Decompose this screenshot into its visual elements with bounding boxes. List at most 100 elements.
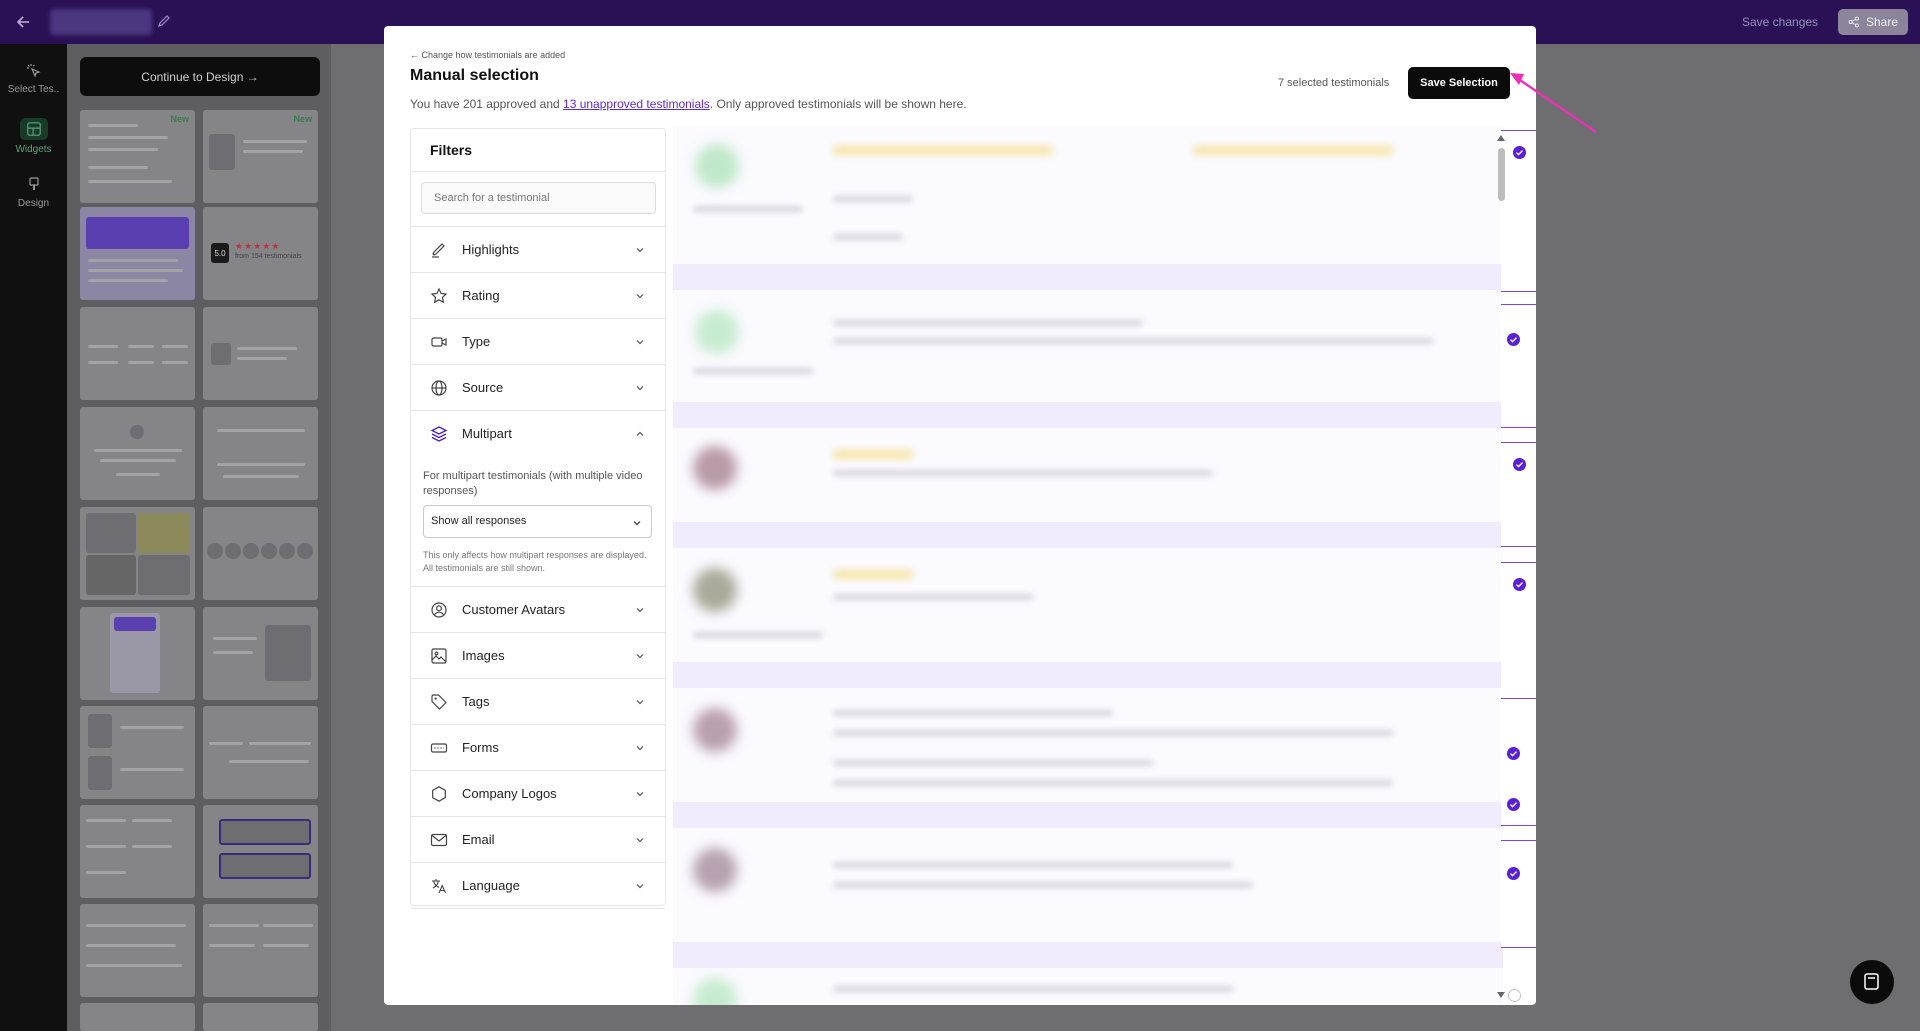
rating-value: 5.0 <box>211 243 229 263</box>
widget-thumbnail[interactable] <box>80 904 195 997</box>
filters-title: Filters <box>411 129 665 172</box>
filter-source[interactable]: Source <box>411 365 665 411</box>
filter-company-logos[interactable]: Company Logos <box>411 771 665 817</box>
scroll-up-arrow-icon[interactable] <box>1496 133 1506 143</box>
filter-language[interactable]: Language <box>411 863 665 909</box>
testimonial-card[interactable] <box>673 828 1503 968</box>
filter-label: Company Logos <box>462 786 557 801</box>
scrollbar-thumb[interactable] <box>1498 148 1505 201</box>
widget-thumbnail[interactable] <box>203 507 318 600</box>
star-icon <box>430 287 448 304</box>
testimonial-search-input[interactable] <box>421 182 656 214</box>
selection-frame <box>1501 840 1536 948</box>
widget-thumbnail[interactable] <box>80 307 195 400</box>
change-method-link[interactable]: ← Change how testimonials are added <box>410 50 565 60</box>
unapproved-testimonials-link[interactable]: 13 unapproved testimonials <box>563 97 710 111</box>
layers-icon <box>430 426 448 442</box>
image-icon <box>431 648 447 664</box>
selection-frame <box>1501 442 1536 547</box>
filter-forms[interactable]: Forms <box>411 725 665 771</box>
widget-thumbnail-selected[interactable] <box>80 207 195 300</box>
testimonial-checkbox-unchecked[interactable] <box>1508 989 1521 1002</box>
filter-multipart[interactable]: Multipart <box>411 411 665 457</box>
testimonial-checkbox[interactable] <box>1507 798 1520 811</box>
user-circle-icon <box>431 602 447 618</box>
selection-frame <box>1501 130 1536 292</box>
chevron-down-icon <box>636 608 644 613</box>
chat-icon <box>1864 973 1879 990</box>
widget-thumbnail[interactable] <box>203 1003 318 1031</box>
scroll-down-arrow-icon[interactable] <box>1496 990 1506 1000</box>
video-camera-icon <box>431 337 447 347</box>
testimonial-card[interactable] <box>673 126 1503 290</box>
chevron-down-icon <box>636 248 644 253</box>
chevron-down-icon <box>636 838 644 843</box>
testimonial-checkbox[interactable] <box>1507 333 1520 346</box>
filter-type[interactable]: Type <box>411 319 665 365</box>
widget-thumbnail[interactable]: New <box>80 110 195 203</box>
nav-item-select-testimonials[interactable]: Select Tes.. <box>0 62 67 95</box>
translate-icon <box>432 879 447 894</box>
filter-images[interactable]: Images <box>411 633 665 679</box>
widget-name-field[interactable] <box>50 9 152 35</box>
widget-thumbnail[interactable] <box>203 407 318 500</box>
widget-thumbnail[interactable] <box>80 706 195 799</box>
filter-customer-avatars[interactable]: Customer Avatars <box>411 587 665 633</box>
widget-thumbnail[interactable] <box>203 904 318 997</box>
testimonial-checkbox[interactable] <box>1513 146 1526 159</box>
testimonial-checkbox[interactable] <box>1513 578 1526 591</box>
testimonial-card[interactable] <box>673 968 1503 1005</box>
testimonial-checkbox[interactable] <box>1507 747 1520 760</box>
filter-email[interactable]: Email <box>411 817 665 863</box>
filter-label: Customer Avatars <box>462 602 566 617</box>
pencil-icon[interactable] <box>156 13 172 29</box>
testimonial-card[interactable] <box>673 548 1503 688</box>
widget-thumbnail[interactable] <box>203 805 318 898</box>
back-arrow-icon[interactable] <box>14 12 34 32</box>
chevron-down-icon <box>636 386 644 391</box>
filter-label: Tags <box>462 694 490 709</box>
left-navigation: Select Tes.. Widgets Design <box>0 44 67 1031</box>
widget-thumbnail[interactable] <box>203 607 318 700</box>
widget-thumbnail[interactable] <box>80 607 195 700</box>
filter-label: Images <box>462 648 505 663</box>
nav-item-widgets[interactable]: Widgets <box>0 118 67 155</box>
filter-label: Email <box>462 832 495 847</box>
save-changes-button[interactable]: Save changes <box>1742 11 1818 33</box>
widget-thumbnail[interactable] <box>203 307 318 400</box>
nav-item-design[interactable]: Design <box>0 176 67 209</box>
mail-icon <box>430 833 448 847</box>
nav-label: Design <box>17 198 50 209</box>
subtitle-text: . Only approved testimonials will be sho… <box>709 97 967 111</box>
widget-thumbnail-rating[interactable]: 5.0 ★★★★★ from 154 testimonials <box>203 207 318 300</box>
widget-thumbnail[interactable] <box>203 706 318 799</box>
testimonial-checkbox[interactable] <box>1507 867 1520 880</box>
share-icon <box>1848 16 1859 28</box>
selected-count: 7 selected testimonials <box>1278 77 1390 89</box>
filter-rating[interactable]: Rating <box>411 273 665 319</box>
share-button[interactable]: Share <box>1838 9 1908 35</box>
filter-highlights[interactable]: Highlights <box>411 227 665 273</box>
testimonial-card[interactable] <box>673 290 1503 428</box>
testimonial-card[interactable] <box>673 428 1503 548</box>
widget-thumbnail[interactable] <box>80 407 195 500</box>
widget-thumbnail[interactable] <box>80 805 195 898</box>
layout-grid-icon <box>26 122 41 136</box>
filter-label: Source <box>462 380 504 395</box>
subtitle-text: You have 201 approved and <box>410 97 564 111</box>
testimonial-card[interactable] <box>673 688 1503 828</box>
filters-panel: Filters Highlights Rating Type Source Mu… <box>410 128 666 909</box>
filter-label: Language <box>462 878 520 893</box>
save-selection-button[interactable]: Save Selection <box>1408 67 1510 99</box>
chevron-down-icon <box>636 340 644 345</box>
multipart-response-select[interactable]: Show all responses <box>423 505 652 538</box>
filter-tags[interactable]: Tags <box>411 679 665 725</box>
testimonial-checkbox[interactable] <box>1513 458 1526 471</box>
continue-to-design-button[interactable]: Continue to Design → <box>80 57 320 96</box>
tag-icon <box>431 694 447 710</box>
chat-support-button[interactable] <box>1850 960 1894 1004</box>
filter-label: Forms <box>462 740 499 755</box>
widget-thumbnail[interactable]: New <box>203 110 318 203</box>
widget-thumbnail[interactable] <box>80 507 195 600</box>
widget-thumbnail[interactable] <box>80 1003 195 1031</box>
